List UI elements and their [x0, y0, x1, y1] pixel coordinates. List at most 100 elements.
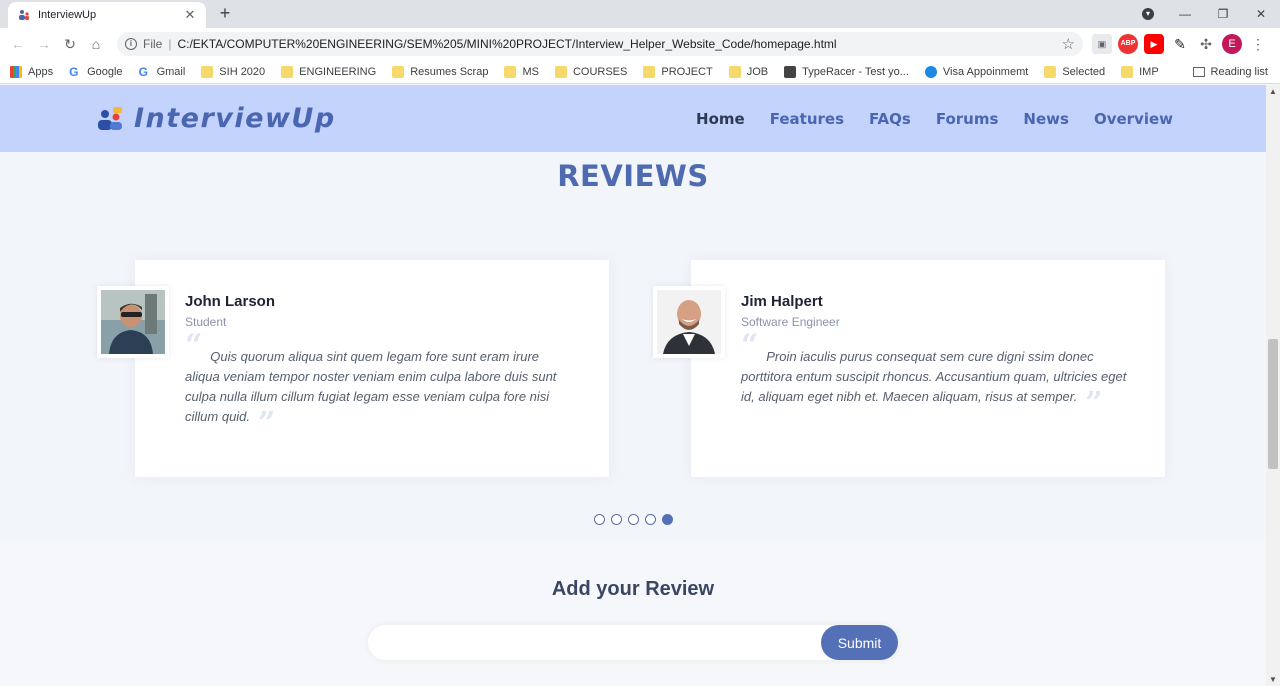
home-icon[interactable]: ⌂	[83, 36, 109, 52]
more-menu-icon[interactable]: ⋮	[1248, 34, 1268, 54]
bookmark-typeracer[interactable]: TypeRacer - Test yo...	[784, 65, 909, 78]
info-icon[interactable]: i	[125, 38, 137, 50]
site-favicon-icon	[19, 10, 29, 20]
nav-overview[interactable]: Overview	[1094, 110, 1173, 128]
separator: |	[168, 37, 172, 51]
add-review-section: Add your Review Submit	[0, 540, 1266, 686]
folder-icon	[392, 65, 405, 78]
page-scrollbar[interactable]: ▲ ▼	[1266, 85, 1280, 686]
review-text: Proin iaculis purus consequat sem cure d…	[741, 349, 1127, 404]
bookmark-sih-2020[interactable]: SIH 2020	[201, 65, 266, 78]
tab-strip: InterviewUp ✕ + ▾ — ❐ ✕	[0, 0, 1280, 28]
minimize-icon[interactable]: —	[1166, 7, 1204, 21]
add-review-heading: Add your Review	[551, 578, 715, 600]
folder-icon	[554, 65, 567, 78]
new-tab-button[interactable]: +	[216, 4, 234, 22]
restore-icon[interactable]: ❐	[1204, 7, 1242, 21]
bookmark-selected[interactable]: Selected	[1044, 65, 1105, 78]
bookmark-label: Apps	[28, 65, 54, 78]
bookmark-star-icon[interactable]: ☆	[1062, 35, 1075, 53]
nav-faqs[interactable]: FAQs	[869, 110, 911, 128]
submit-button[interactable]: Submit	[821, 625, 898, 660]
bookmark-label: IMP	[1139, 65, 1159, 78]
bookmark-label: Google	[87, 65, 123, 78]
bookmark-gmail[interactable]: G Gmail	[139, 66, 186, 78]
address-bar[interactable]: i File | C:/EKTA/COMPUTER%20ENGINEERING/…	[117, 32, 1083, 56]
folder-icon	[281, 65, 294, 78]
bookmark-label: COURSES	[572, 65, 628, 78]
bookmark-job[interactable]: JOB	[728, 65, 768, 78]
window-close-icon[interactable]: ✕	[1242, 7, 1280, 21]
bookmark-engineering[interactable]: ENGINEERING	[281, 65, 377, 78]
review-form: Submit	[368, 625, 898, 660]
bookmark-courses[interactable]: COURSES	[554, 65, 628, 78]
site-logo[interactable]: InterviewUp	[96, 103, 336, 134]
tab-search-icon[interactable]: ▾	[1142, 8, 1154, 20]
bookmark-imp[interactable]: IMP	[1121, 65, 1159, 78]
review-quote: “Proin iaculis purus consequat sem cure …	[741, 331, 1131, 419]
google-icon: G	[138, 64, 148, 79]
logo-people-icon	[98, 106, 122, 130]
bookmark-label: SIH 2020	[219, 65, 266, 78]
nav-home[interactable]: Home	[696, 110, 745, 128]
page-viewport: InterviewUp Home Features FAQs Forums Ne…	[0, 85, 1266, 686]
folder-icon	[643, 65, 656, 78]
reading-list-button[interactable]: Reading list	[1192, 60, 1268, 84]
open-quote-icon: “	[185, 328, 203, 363]
nav-forums[interactable]: Forums	[936, 110, 999, 128]
open-quote-icon: “	[741, 328, 759, 363]
forward-icon[interactable]: →	[31, 36, 57, 52]
folder-icon	[728, 65, 741, 78]
folder-icon	[1121, 65, 1134, 78]
carousel-dot-active[interactable]	[662, 514, 673, 525]
bookmark-label: PROJECT	[661, 65, 713, 78]
extensions-puzzle-icon[interactable]: ✣	[1196, 34, 1216, 54]
scrollbar-thumb[interactable]	[1268, 339, 1278, 469]
review-card: Jim Halpert Software Engineer “Proin iac…	[653, 260, 1165, 477]
bookmark-apps[interactable]: Apps	[10, 65, 54, 78]
review-input[interactable]	[382, 632, 812, 652]
carousel-dot[interactable]	[594, 514, 605, 525]
bookmark-label: ENGINEERING	[299, 65, 377, 78]
reviewer-photo	[101, 290, 165, 354]
browser-tab[interactable]: InterviewUp ✕	[8, 2, 206, 28]
nav-news[interactable]: News	[1023, 110, 1069, 128]
bookmark-google[interactable]: G Google	[69, 66, 122, 78]
carousel-dot[interactable]	[628, 514, 639, 525]
bookmark-ms[interactable]: MS	[504, 65, 539, 78]
scroll-up-icon[interactable]: ▲	[1269, 87, 1277, 96]
bookmark-visa[interactable]: Visa Appoinmemt	[924, 65, 1028, 78]
reviewer-role: Software Engineer	[741, 315, 840, 329]
tab-title: InterviewUp	[38, 9, 97, 21]
reload-icon[interactable]: ↻	[57, 36, 83, 53]
close-quote-icon: ”	[258, 406, 276, 441]
folder-icon	[201, 65, 214, 78]
reviewer-role: Student	[185, 315, 227, 329]
reviewer-name: Jim Halpert	[741, 293, 823, 310]
close-quote-icon: ”	[1085, 386, 1103, 421]
scroll-down-icon[interactable]: ▼	[1269, 675, 1277, 684]
adblock-icon[interactable]: ABP	[1118, 34, 1138, 54]
bookmark-label: MS	[522, 65, 539, 78]
carousel-pagination	[594, 514, 673, 525]
bookmark-resumes-scrap[interactable]: Resumes Scrap	[392, 65, 489, 78]
reading-list-label: Reading list	[1210, 66, 1268, 78]
bookmark-label: Resumes Scrap	[410, 65, 489, 78]
logo-text: InterviewUp	[134, 103, 336, 134]
extensions-area: ▣ ABP ▶ ✎ ✣ E ⋮	[1092, 34, 1268, 54]
nav-features[interactable]: Features	[770, 110, 844, 128]
reviewer-avatar	[653, 286, 725, 358]
profile-avatar[interactable]: E	[1222, 34, 1242, 54]
reviewer-photo	[657, 290, 721, 354]
folder-icon	[504, 65, 517, 78]
carousel-dot[interactable]	[645, 514, 656, 525]
close-tab-icon[interactable]: ✕	[182, 7, 198, 23]
url-text[interactable]: C:/EKTA/COMPUTER%20ENGINEERING/SEM%205/M…	[177, 37, 836, 51]
pen-extension-icon[interactable]: ✎	[1170, 34, 1190, 54]
back-icon[interactable]: ←	[5, 36, 31, 52]
bookmark-project[interactable]: PROJECT	[643, 65, 713, 78]
carousel-dot[interactable]	[611, 514, 622, 525]
youtube-extension-icon[interactable]: ▶	[1144, 34, 1164, 54]
folder-icon	[1044, 65, 1057, 78]
extension-icon[interactable]: ▣	[1092, 34, 1112, 54]
